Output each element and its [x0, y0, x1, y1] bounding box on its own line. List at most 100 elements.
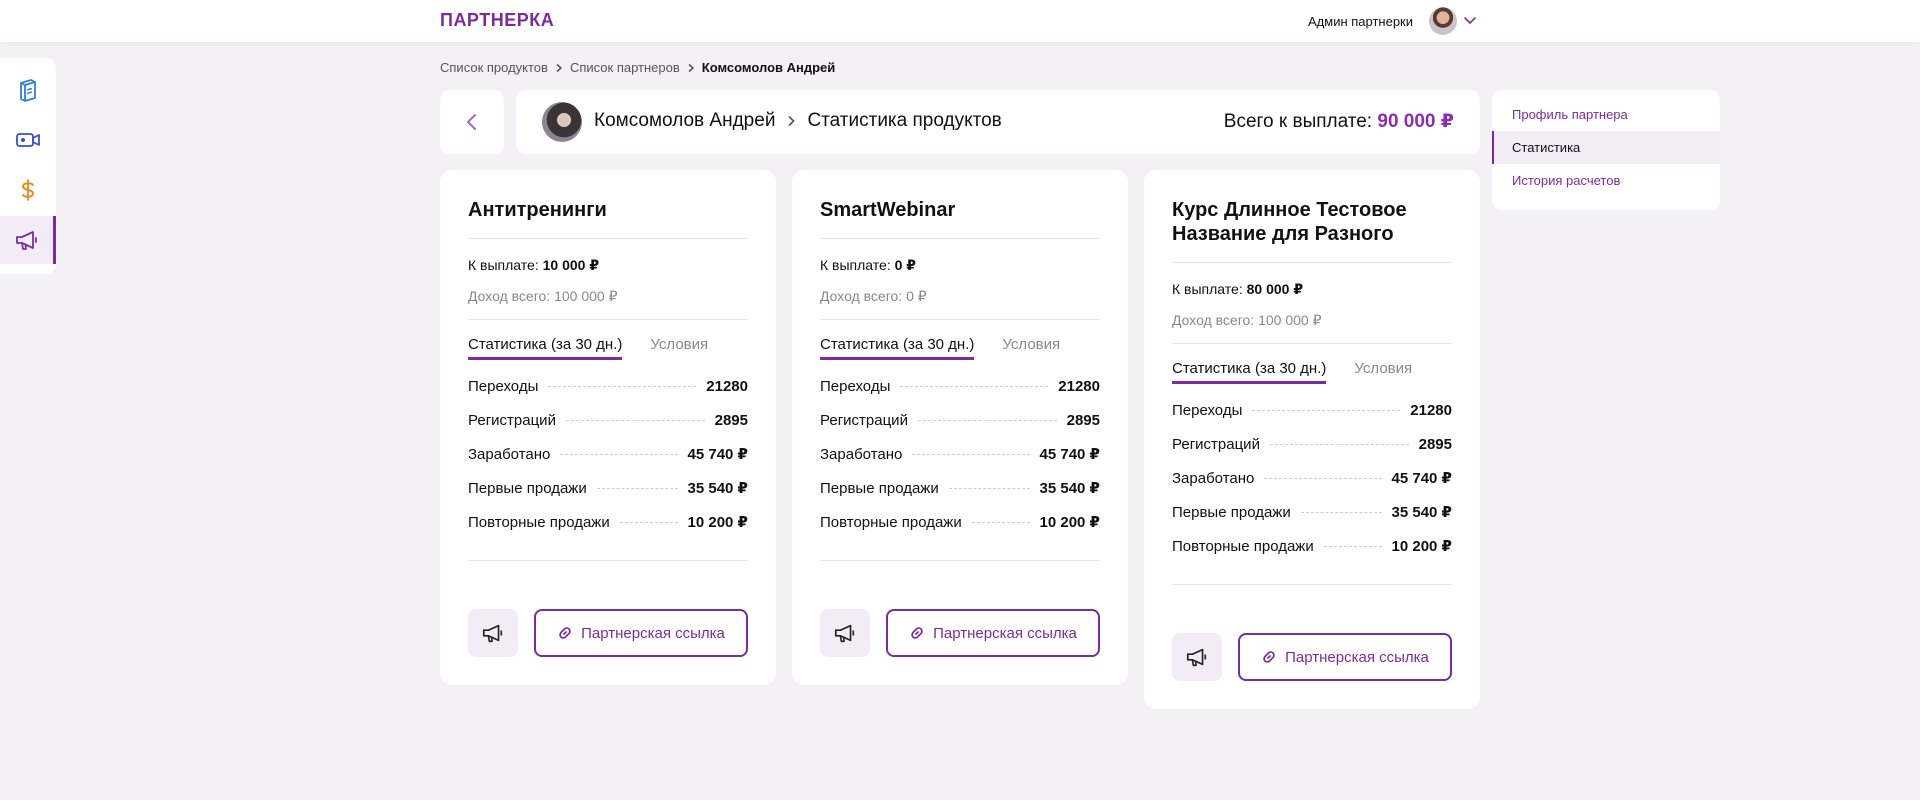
partner-link-button[interactable]: Партнерская ссылка [886, 609, 1100, 657]
income-total: Доход всего: 0 ₽ [820, 288, 927, 304]
income-total: Доход всего: 100 000 ₽ [468, 288, 618, 304]
stat-leader [917, 420, 1057, 421]
stat-value: 45 740 ₽ [1039, 446, 1100, 463]
stat-label: Регистраций [468, 412, 556, 429]
stat-value: 35 540 ₽ [1391, 504, 1452, 521]
breadcrumb-item-partners[interactable]: Список партнеров [570, 60, 680, 75]
stat-label: Повторные продажи [1172, 538, 1314, 555]
tab-terms[interactable]: Условия [650, 336, 708, 360]
tab-statistics[interactable]: Статистика (за 30 дн.) [820, 336, 975, 360]
megaphone-icon [15, 231, 37, 250]
stat-row: Первые продажи 35 540 ₽ [1172, 496, 1452, 530]
payout-value: 80 000 ₽ [1246, 281, 1304, 297]
side-nav-item-profile[interactable]: Профиль партнера [1492, 98, 1720, 131]
partner-link-label: Партнерская ссылка [933, 624, 1077, 642]
megaphone-icon [1186, 648, 1207, 667]
stat-leader [548, 386, 697, 387]
video-camera-icon [16, 133, 40, 147]
stat-row: Заработано 45 740 ₽ [468, 438, 748, 472]
stat-row: Заработано 45 740 ₽ [1172, 462, 1452, 496]
product-card: Курс Длинное Тестовое Название для Разно… [1144, 170, 1480, 709]
user-name[interactable]: Админ партнерки [1308, 14, 1413, 29]
stat-label: Регистраций [1172, 436, 1260, 453]
total-payout-label: Всего к выплате: [1223, 111, 1373, 132]
tab-statistics[interactable]: Статистика (за 30 дн.) [468, 336, 623, 360]
chevron-right-icon [556, 63, 563, 72]
payout-label: К выплате: [468, 257, 539, 273]
stat-leader [596, 488, 678, 489]
stats-list: Переходы 21280 Регистраций 2895 Заработано 45… [1172, 394, 1452, 585]
stat-value: 10 200 ₽ [687, 514, 748, 531]
payout-label: К выплате: [1172, 281, 1243, 297]
link-icon [1263, 651, 1275, 663]
stats-list: Переходы 21280 Регистраций 2895 Заработано 45… [468, 370, 748, 561]
stat-row: Первые продажи 35 540 ₽ [468, 472, 748, 506]
stat-value: 45 740 ₽ [687, 446, 748, 463]
stat-leader [560, 454, 678, 455]
chevron-right-icon [788, 115, 796, 127]
section-title: Статистика продуктов [807, 110, 1002, 131]
rail-item-products[interactable] [0, 66, 56, 114]
rail-item-partners[interactable] [0, 216, 56, 264]
tab-terms[interactable]: Условия [1002, 336, 1060, 360]
stat-label: Повторные продажи [468, 514, 610, 531]
stat-leader [1323, 546, 1382, 547]
promo-materials-button[interactable] [468, 609, 518, 657]
breadcrumb-current: Комсомолов Андрей [701, 60, 836, 75]
partner-avatar [542, 102, 582, 142]
chevron-down-icon[interactable] [1462, 12, 1478, 28]
stat-value: 10 200 ₽ [1391, 538, 1452, 555]
product-title: Курс Длинное Тестовое Название для Разно… [1172, 198, 1452, 263]
payout-value: 0 ₽ [894, 257, 917, 273]
breadcrumb: Список продуктов Список партнеров Комсом… [440, 60, 835, 75]
card-tabs: Статистика (за 30 дн.) Условия [1172, 360, 1452, 384]
partner-link-button[interactable]: Партнерская ссылка [534, 609, 748, 657]
stat-row: Переходы 21280 [820, 370, 1100, 404]
partner-side-nav: Профиль партнера Статистика История расч… [1492, 90, 1720, 210]
product-title: Антитренинги [468, 198, 748, 239]
card-tabs: Статистика (за 30 дн.) Условия [820, 336, 1100, 360]
stat-value: 2895 [714, 412, 748, 429]
rail-item-payments[interactable] [0, 166, 56, 214]
side-nav-item-statistics[interactable]: Статистика [1492, 131, 1720, 164]
stat-row: Переходы 21280 [468, 370, 748, 404]
stats-list: Переходы 21280 Регистраций 2895 Заработано 45… [820, 370, 1100, 561]
breadcrumb-item-products[interactable]: Список продуктов [440, 60, 548, 75]
stat-leader [1300, 512, 1382, 513]
stat-leader [900, 386, 1049, 387]
stat-row: Первые продажи 35 540 ₽ [820, 472, 1100, 506]
left-rail [0, 58, 56, 274]
rail-item-webinars[interactable] [0, 116, 56, 164]
payout-block: К выплате: 0 ₽ Доход всего: 0 ₽ [820, 257, 1100, 320]
partner-link-label: Партнерская ссылка [1285, 648, 1429, 666]
promo-materials-button[interactable] [1172, 633, 1222, 681]
megaphone-icon [482, 624, 503, 643]
stat-label: Первые продажи [1172, 504, 1291, 521]
chevron-left-icon [467, 114, 476, 130]
stat-leader [1264, 478, 1382, 479]
top-bar: ПАРТНЕРКА Админ партнерки [0, 0, 1920, 42]
promo-materials-button[interactable] [820, 609, 870, 657]
stat-label: Переходы [1172, 402, 1243, 419]
stat-value: 2895 [1066, 412, 1100, 429]
tab-terms[interactable]: Условия [1354, 360, 1412, 384]
stat-value: 45 740 ₽ [1391, 470, 1452, 487]
stat-value: 10 200 ₽ [1039, 514, 1100, 531]
stat-label: Переходы [468, 378, 539, 395]
payout-row: К выплате: 10 000 ₽ [468, 257, 748, 274]
partner-link-button[interactable]: Партнерская ссылка [1238, 633, 1452, 681]
back-button[interactable] [440, 90, 504, 154]
user-avatar[interactable] [1429, 7, 1457, 35]
stat-label: Первые продажи [820, 480, 939, 497]
stat-label: Регистраций [820, 412, 908, 429]
partner-link-label: Партнерская ссылка [581, 624, 725, 642]
stat-row: Заработано 45 740 ₽ [820, 438, 1100, 472]
tab-statistics[interactable]: Статистика (за 30 дн.) [1172, 360, 1327, 384]
stat-label: Заработано [1172, 470, 1255, 487]
stat-leader [619, 522, 678, 523]
side-nav-item-history[interactable]: История расчетов [1492, 164, 1720, 197]
product-title: SmartWebinar [820, 198, 1100, 239]
card-actions: Партнерская ссылка [820, 609, 1100, 657]
logo[interactable]: ПАРТНЕРКА [440, 10, 554, 31]
stat-label: Повторные продажи [820, 514, 962, 531]
